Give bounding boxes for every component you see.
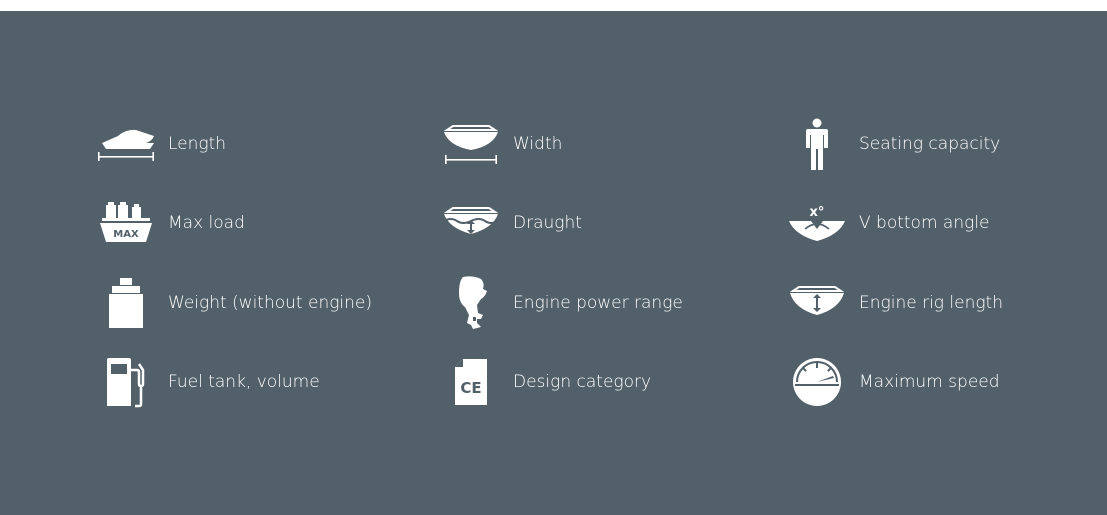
person-icon xyxy=(787,116,847,172)
ce-document-icon: CE xyxy=(441,354,501,410)
outboard-engine-icon xyxy=(441,275,501,331)
spec-length: Length xyxy=(96,116,226,172)
weight-icon xyxy=(96,275,156,331)
spec-label: Engine rig length xyxy=(859,293,1003,313)
spec-engine-rig-length: Engine rig length xyxy=(787,275,1003,331)
spec-label: Design category xyxy=(513,372,652,392)
specs-panel: Length Width Seating capacity MAX Max lo… xyxy=(0,11,1107,515)
spec-label: Maximum speed xyxy=(859,372,1000,392)
spec-label: Length xyxy=(168,134,227,154)
max-load-icon: MAX xyxy=(96,195,156,251)
v-bottom-angle-icon-text: x° xyxy=(810,205,825,220)
spec-label: Width xyxy=(513,134,563,154)
spec-fuel-tank-volume: Fuel tank, volume xyxy=(96,354,320,410)
v-bottom-angle-icon: x° xyxy=(787,195,847,251)
spec-engine-power-range: Engine power range xyxy=(441,275,683,331)
spec-label: Draught xyxy=(513,213,582,233)
speedometer-icon xyxy=(787,354,847,410)
spec-label: Engine power range xyxy=(513,293,683,313)
spec-draught: Draught xyxy=(441,195,582,251)
max-load-icon-text: MAX xyxy=(113,229,139,240)
spec-label: V bottom angle xyxy=(859,213,990,233)
spec-weight: Weight (without engine) xyxy=(96,275,372,331)
spec-label: Seating capacity xyxy=(859,134,1001,154)
spec-v-bottom-angle: x° V bottom angle xyxy=(787,195,990,251)
fuel-pump-icon xyxy=(96,354,156,410)
spec-maximum-speed: Maximum speed xyxy=(787,354,1000,410)
spec-label: Max load xyxy=(168,213,245,233)
spec-design-category: CE Design category xyxy=(441,354,651,410)
spec-label: Weight (without engine) xyxy=(168,293,373,313)
engine-rig-length-icon xyxy=(787,275,847,331)
spec-max-load: MAX Max load xyxy=(96,195,245,251)
boat-width-icon xyxy=(441,116,501,172)
draught-icon xyxy=(441,195,501,251)
ce-icon-text: CE xyxy=(460,379,481,397)
spec-label: Fuel tank, volume xyxy=(168,372,320,392)
spec-width: Width xyxy=(441,116,562,172)
boat-length-icon xyxy=(96,116,156,172)
spec-seating-capacity: Seating capacity xyxy=(787,116,1000,172)
